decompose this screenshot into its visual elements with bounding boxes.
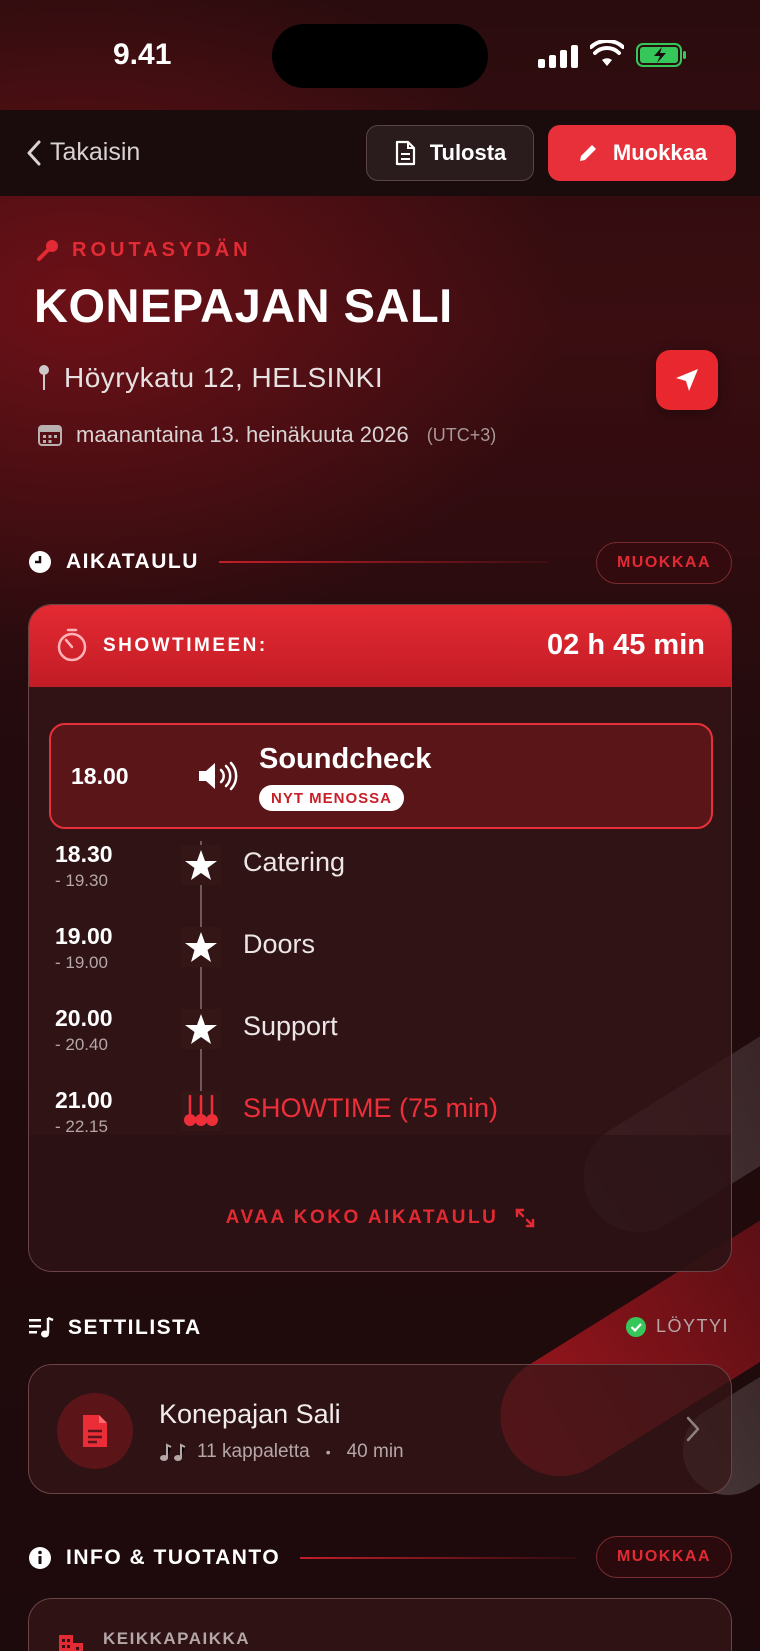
- date-text: maanantaina 13. heinäkuuta 2026: [76, 422, 409, 447]
- schedule-edit-button[interactable]: MUOKKAA: [596, 542, 732, 584]
- status-time: 9.41: [113, 38, 172, 71]
- setlist-status: LÖYTYI: [626, 1316, 729, 1337]
- venue-title: KONEPAJAN SALI: [34, 279, 453, 332]
- item-start-time: 21.00: [55, 1087, 113, 1113]
- wifi-icon: [590, 40, 624, 66]
- battery-charging-icon: [636, 43, 686, 67]
- open-full-schedule-button[interactable]: AVAA KOKO AIKATAULU: [29, 1207, 731, 1229]
- microphone-icon: [37, 240, 58, 261]
- setlist-title: Konepajan Sali: [159, 1399, 341, 1429]
- countdown-label: SHOWTIMEEN:: [103, 635, 268, 656]
- pencil-icon: [579, 145, 596, 161]
- document-icon: [395, 140, 415, 166]
- building-icon: [59, 1635, 83, 1651]
- item-title: SHOWTIME (75 min): [243, 1093, 499, 1123]
- schedule-item[interactable]: 18.30 - 19.30 Catering: [29, 833, 731, 903]
- setlist-document-icon: [57, 1393, 133, 1469]
- clock-icon: [29, 551, 51, 573]
- setlist-heading: SETTILISTA: [28, 1316, 202, 1340]
- schedule-item[interactable]: 20.00 - 20.40 Support: [29, 997, 731, 1067]
- edit-label: Muokkaa: [612, 140, 708, 165]
- expand-icon: [516, 1208, 535, 1228]
- print-label: Tulosta: [429, 140, 507, 165]
- address-text: Höyrykatu 12, HELSINKI: [64, 362, 384, 393]
- setlist-meta: 11 kappaletta • 40 min: [159, 1441, 404, 1463]
- countdown-value: 02 h 45 min: [547, 629, 705, 661]
- edit-button[interactable]: Muokkaa: [548, 125, 736, 181]
- item-title: Support: [243, 1011, 338, 1041]
- dynamic-island: [272, 24, 488, 88]
- now-playing-badge: NYT MENOSSA: [259, 785, 405, 811]
- venue-info-card[interactable]: KEIKKAPAIKKA: [28, 1598, 732, 1651]
- divider: [300, 1557, 577, 1559]
- timer-icon: [57, 628, 87, 662]
- item-start-time: 20.00: [55, 1005, 113, 1031]
- back-label: Takaisin: [50, 138, 141, 166]
- band-name: ROUTASYDÄN: [36, 238, 252, 262]
- pin-icon: [39, 365, 49, 390]
- setlist-status-label: LÖYTYI: [656, 1316, 730, 1336]
- setlist-duration: 40 min: [346, 1441, 404, 1462]
- current-schedule-item[interactable]: 18.00 Soundcheck NYT MENOSSA: [49, 723, 713, 829]
- schedule-heading-label: AIKATAULU: [66, 550, 199, 573]
- guitars-icon: [181, 1091, 221, 1131]
- current-item-title: Soundcheck: [259, 743, 432, 775]
- item-end-time: - 19.00: [55, 953, 108, 972]
- open-full-label: AVAA KOKO AIKATAULU: [225, 1207, 499, 1228]
- venue-info-label: KEIKKAPAIKKA: [103, 1629, 251, 1648]
- gig-date: maanantaina 13. heinäkuuta 2026 (UTC+3): [38, 422, 496, 448]
- item-end-time: - 20.40: [55, 1035, 108, 1054]
- timezone-text: (UTC+3): [426, 424, 497, 445]
- meta-separator: •: [325, 1444, 331, 1460]
- item-end-time: - 22.15: [55, 1117, 108, 1136]
- status-bar: 9.41: [0, 0, 760, 110]
- star-icon: [181, 927, 221, 967]
- band-label: ROUTASYDÄN: [72, 238, 252, 261]
- current-item-time: 18.00: [71, 763, 129, 789]
- chevron-right-icon: [686, 1416, 700, 1442]
- cellular-signal-icon: [538, 44, 578, 68]
- location-arrow-icon: [676, 369, 698, 391]
- check-circle-icon: [626, 1316, 646, 1337]
- music-notes-icon: [160, 1443, 186, 1461]
- music-list-icon: [29, 1316, 54, 1338]
- schedule-item[interactable]: 19.00 - 19.00 Doors: [29, 915, 731, 985]
- print-button[interactable]: Tulosta: [366, 125, 534, 181]
- item-title: Doors: [243, 929, 316, 959]
- speaker-icon: [199, 761, 238, 791]
- info-edit-button[interactable]: MUOKKAA: [596, 1536, 732, 1578]
- item-start-time: 18.30: [55, 841, 113, 867]
- top-navigation: Takaisin Tulosta Muokkaa: [0, 110, 760, 196]
- back-button[interactable]: Takaisin: [26, 138, 140, 167]
- star-icon: [181, 845, 221, 885]
- navigate-button[interactable]: [656, 350, 718, 410]
- setlist-songs: 11 kappaletta: [197, 1441, 310, 1462]
- schedule-card: SHOWTIMEEN: 02 h 45 min 18.00 Soundcheck…: [28, 604, 732, 1272]
- venue-address: Höyrykatu 12, HELSINKI: [38, 362, 383, 394]
- info-heading: INFO & TUOTANTO: [28, 1546, 577, 1570]
- item-title: Catering: [243, 847, 346, 877]
- schedule-fade: [29, 1135, 731, 1271]
- calendar-icon: [38, 425, 62, 446]
- info-heading-label: INFO & TUOTANTO: [66, 1546, 281, 1569]
- countdown-bar: SHOWTIMEEN: 02 h 45 min: [29, 605, 731, 687]
- setlist-heading-label: SETTILISTA: [68, 1316, 202, 1339]
- info-icon: [29, 1547, 51, 1569]
- item-end-time: - 19.30: [55, 871, 108, 890]
- item-start-time: 19.00: [55, 923, 113, 949]
- setlist-card[interactable]: Konepajan Sali 11 kappaletta • 40 min: [28, 1364, 732, 1494]
- schedule-heading: AIKATAULU: [28, 550, 549, 574]
- star-icon: [181, 1009, 221, 1049]
- divider: [218, 561, 549, 563]
- chevron-left-icon: [27, 140, 41, 165]
